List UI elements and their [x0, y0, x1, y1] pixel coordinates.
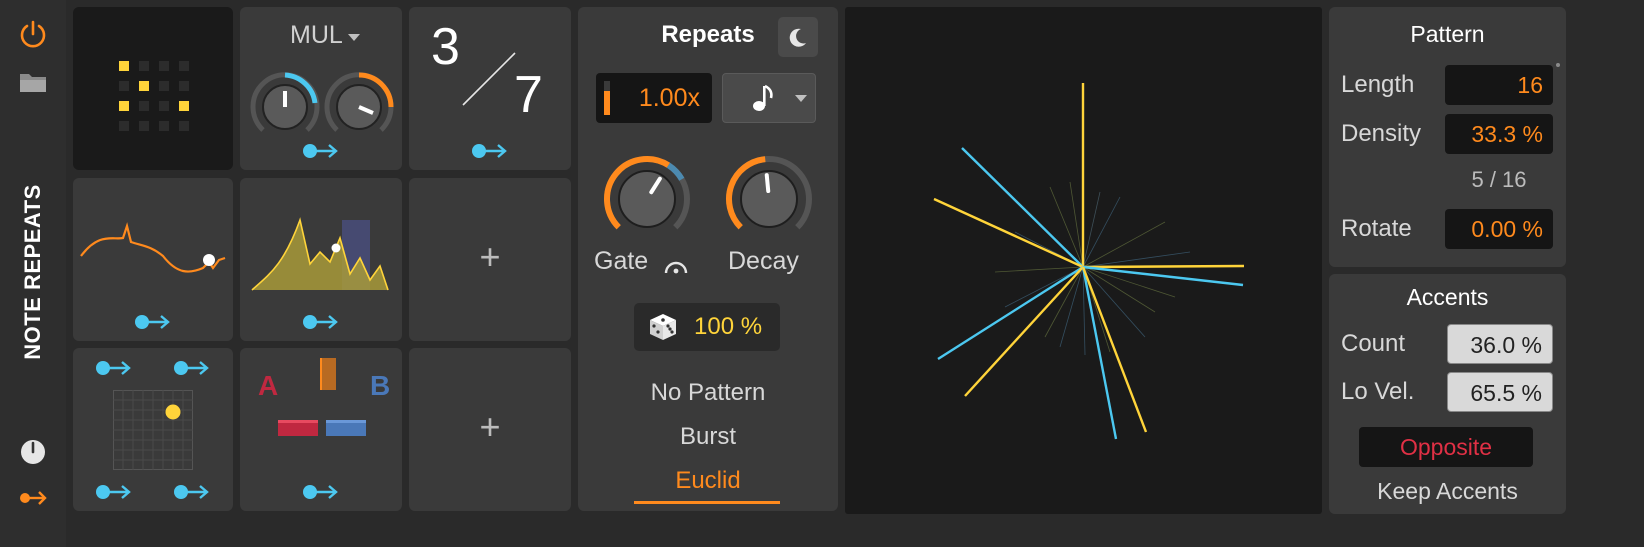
- modulation-arrow-icon[interactable]: [17, 482, 49, 514]
- modulation-arrow-icon[interactable]: [95, 482, 133, 502]
- folder-icon[interactable]: [17, 66, 49, 98]
- modulation-arrow-icon[interactable]: [95, 358, 133, 378]
- curve-mod-slot[interactable]: [73, 178, 233, 341]
- envelope-follower-slot[interactable]: [240, 178, 402, 341]
- modulation-arrow-icon[interactable]: [302, 312, 340, 332]
- mode-selected-underline: [634, 501, 780, 504]
- ratio-mod-slot[interactable]: 3 7: [409, 7, 571, 170]
- accents-panel: Accents Count 36.0 % Lo Vel. 65.5 % Oppo…: [1329, 274, 1566, 514]
- dice-icon: [650, 314, 676, 340]
- ab-a-bar: [278, 420, 318, 436]
- gate-label: Gate: [594, 247, 649, 275]
- count-field[interactable]: 36.0 %: [1447, 324, 1553, 364]
- accents-title: Accents: [1406, 284, 1489, 310]
- rate-value: 1.00x: [638, 84, 700, 112]
- opposite-button[interactable]: Opposite: [1359, 427, 1533, 467]
- envelope-graph: [251, 217, 389, 291]
- length-label: Length: [1341, 71, 1415, 98]
- mode-euclid[interactable]: Euclid: [593, 467, 823, 495]
- density-label: Density: [1341, 120, 1422, 147]
- ratio-denominator: 7: [514, 66, 543, 124]
- add-modulator-slot[interactable]: +: [409, 178, 571, 341]
- gate-knob[interactable]: [598, 153, 696, 243]
- note-icon: [753, 84, 773, 111]
- scroll-indicator: [1556, 63, 1560, 67]
- mode-burst[interactable]: Burst: [593, 423, 823, 451]
- keep-accents-option[interactable]: Keep Accents: [1329, 478, 1566, 505]
- rate-display[interactable]: 1.00x: [596, 73, 712, 123]
- meter-icon[interactable]: [17, 436, 49, 468]
- power-icon[interactable]: [17, 18, 49, 50]
- rotate-field[interactable]: 0.00 %: [1445, 209, 1553, 249]
- ab-b-bar: [326, 420, 366, 436]
- device-title: NOTE REPEATS: [20, 184, 45, 360]
- pattern-visualizer: [845, 7, 1322, 514]
- ab-a-label: A: [258, 370, 279, 401]
- chevron-down-icon[interactable]: [348, 34, 360, 42]
- xy-mod-slot[interactable]: [73, 348, 233, 511]
- decay-label: Decay: [728, 247, 799, 275]
- length-field[interactable]: 16: [1445, 65, 1553, 105]
- density-fraction: 5 / 16: [1471, 167, 1527, 192]
- pattern-title: Pattern: [1410, 21, 1485, 47]
- moon-icon: [789, 28, 806, 47]
- add-modulator-button[interactable]: +: [409, 406, 571, 448]
- ratio-numerator: 3: [431, 18, 460, 76]
- modulation-arrow-icon[interactable]: [302, 141, 340, 161]
- ab-b-label: B: [370, 370, 391, 401]
- xy-pad[interactable]: [113, 390, 193, 470]
- modulation-arrow-icon[interactable]: [471, 141, 509, 161]
- mul-label[interactable]: MUL: [290, 21, 343, 50]
- chevron-down-icon: [795, 95, 807, 102]
- pattern-panel: Pattern Length 16 Density 33.3 % 5 / 16 …: [1329, 7, 1566, 267]
- curve-graph: [80, 222, 226, 273]
- modulation-arrow-icon[interactable]: [134, 312, 172, 332]
- chance-value: 100 %: [694, 313, 763, 340]
- mode-no-pattern[interactable]: No Pattern: [593, 379, 823, 407]
- count-label: Count: [1341, 330, 1406, 357]
- burst-visualization: [933, 83, 1245, 440]
- add-modulator-button[interactable]: +: [409, 236, 571, 278]
- gate-curve-icon[interactable]: [662, 253, 690, 277]
- mul-mod-slot[interactable]: MUL: [240, 7, 402, 170]
- mul-knobs[interactable]: [246, 61, 396, 137]
- lovel-label: Lo Vel.: [1341, 378, 1415, 405]
- decay-knob[interactable]: [720, 153, 818, 243]
- step-mod-slot[interactable]: [73, 7, 233, 170]
- modulation-arrow-icon[interactable]: [302, 482, 340, 502]
- note-value-select[interactable]: [722, 73, 816, 123]
- rate-meter: [604, 81, 610, 115]
- device-strip: NOTE REPEATS: [0, 0, 66, 547]
- ab-crossfader-handle[interactable]: [320, 358, 336, 390]
- modulation-arrow-icon[interactable]: [173, 482, 211, 502]
- add-modulator-slot[interactable]: +: [409, 348, 571, 511]
- repeats-panel: Repeats 1.00x Gate Decay 100 % No Patter…: [578, 7, 838, 511]
- chance-control[interactable]: 100 %: [634, 303, 780, 351]
- ab-mod-slot[interactable]: A B: [240, 348, 402, 511]
- modulation-arrow-icon[interactable]: [173, 358, 211, 378]
- rotate-label: Rotate: [1341, 215, 1412, 242]
- step-grid-icon: [119, 61, 189, 131]
- lovel-field[interactable]: 65.5 %: [1447, 372, 1553, 412]
- moon-button[interactable]: [778, 17, 818, 57]
- density-field[interactable]: 33.3 %: [1445, 114, 1553, 154]
- ratio-slash: [462, 52, 516, 106]
